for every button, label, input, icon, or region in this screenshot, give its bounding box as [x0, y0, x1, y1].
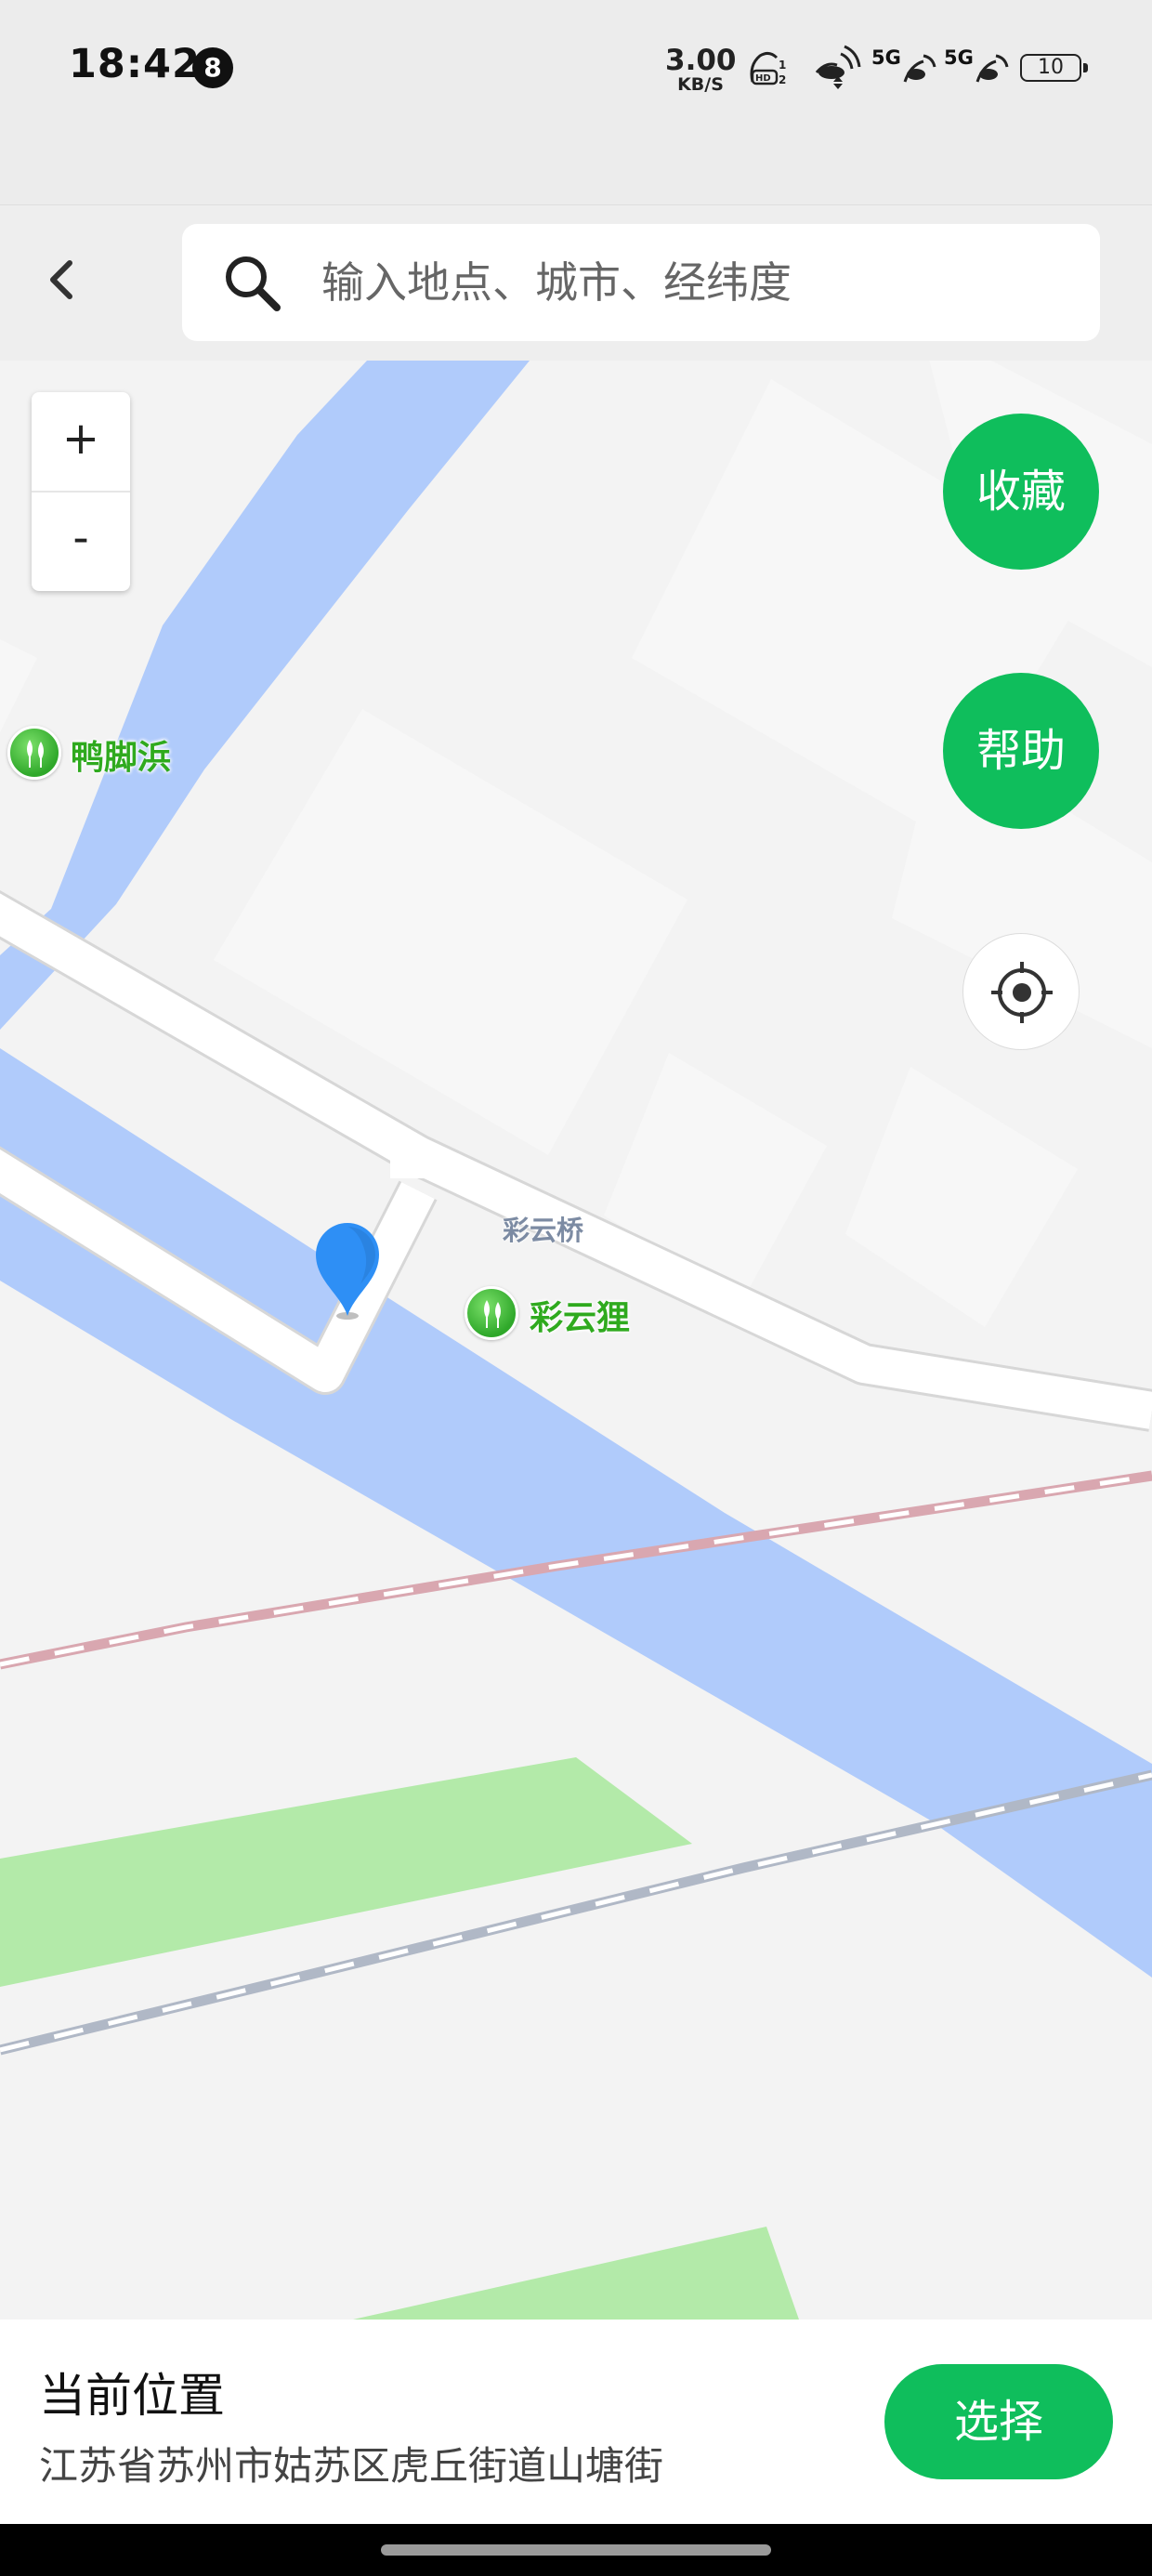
signal-1-label: 5G: [871, 46, 901, 69]
help-button[interactable]: 帮助: [943, 673, 1099, 829]
search-header: [0, 204, 1152, 361]
crosshair-icon: [991, 962, 1053, 1023]
current-address: 江苏省苏州市姑苏区虎丘街道山塘街: [39, 2443, 664, 2489]
signal-2-label: 5G: [944, 46, 974, 69]
svg-text:HD: HD: [755, 73, 771, 84]
park-icon[interactable]: [7, 726, 61, 780]
zoom-control: + -: [32, 392, 130, 591]
back-button[interactable]: [28, 243, 102, 317]
map-canvas[interactable]: [0, 361, 1152, 2320]
network-speed: 3.00 KB/S: [665, 44, 737, 95]
status-bar: 18:42 8 3.00 KB/S HD 1 2 5G 5G 10: [0, 0, 1152, 139]
svg-text:2: 2: [779, 73, 786, 86]
battery-icon: 10: [1020, 54, 1088, 82]
signal-icon: [975, 54, 1009, 83]
signal-icon: [903, 54, 936, 83]
search-box[interactable]: [182, 224, 1100, 341]
system-nav-bar: [0, 2524, 1152, 2576]
green-area: [0, 1757, 692, 1987]
green-area: [353, 2227, 799, 2320]
network-speed-unit: KB/S: [677, 74, 724, 95]
location-pin-icon: [316, 1223, 379, 1320]
home-indicator[interactable]: [381, 2544, 771, 2556]
zoom-out-button[interactable]: -: [32, 492, 130, 590]
search-icon: [226, 256, 281, 311]
sheet-title: 当前位置: [39, 2369, 225, 2423]
network-speed-value: 3.00: [665, 44, 737, 77]
svg-text:1: 1: [779, 59, 786, 72]
locate-me-button[interactable]: [962, 933, 1080, 1050]
location-sheet: 当前位置 江苏省苏州市姑苏区虎丘街道山塘街 选择: [0, 2320, 1152, 2524]
poi-label[interactable]: 彩云狸: [530, 1291, 630, 1339]
favorite-button[interactable]: 收藏: [943, 414, 1099, 570]
wifi-icon: [815, 45, 861, 89]
road-label: 彩云桥: [503, 1215, 584, 1246]
search-input[interactable]: [321, 224, 1065, 341]
select-button[interactable]: 选择: [884, 2364, 1113, 2479]
chevron-left-icon: [50, 260, 72, 299]
map-view[interactable]: 鸭脚浜 彩云狸 彩云桥 + - 收藏 帮助: [0, 361, 1152, 2320]
hd-voice-icon: HD 1 2: [750, 51, 786, 86]
poi-label[interactable]: 鸭脚浜: [71, 730, 171, 779]
battery-level: 10: [1038, 56, 1064, 79]
clock: 18:42: [69, 41, 201, 87]
notification-badge: 8: [192, 47, 233, 88]
park-icon[interactable]: [465, 1286, 518, 1340]
zoom-in-button[interactable]: +: [32, 392, 130, 493]
